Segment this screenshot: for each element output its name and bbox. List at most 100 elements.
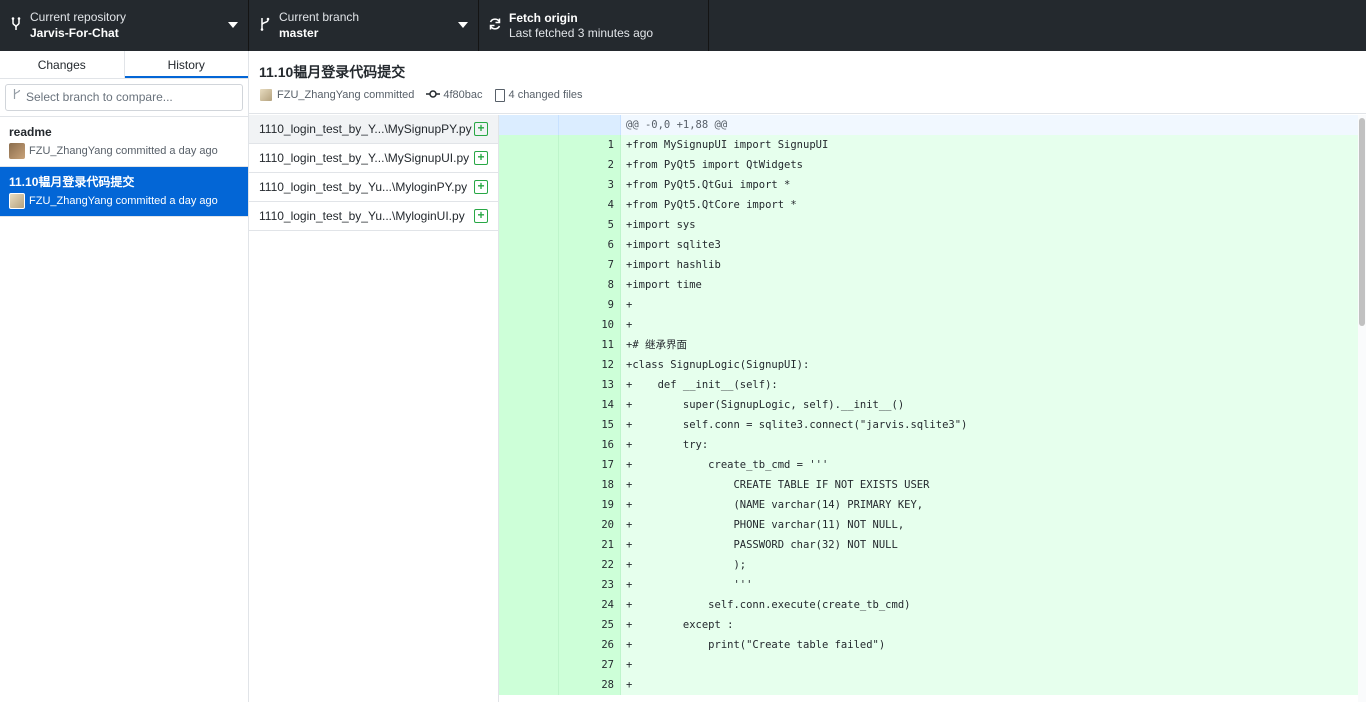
- new-line-gutter: [559, 115, 621, 135]
- current-repository-button[interactable]: Current repository Jarvis-For-Chat: [0, 0, 249, 51]
- diff-line-code: +from PyQt5 import QtWidgets: [621, 155, 1366, 175]
- diff-line[interactable]: 2 +from PyQt5 import QtWidgets: [499, 155, 1366, 175]
- new-line-number: 24: [559, 595, 621, 615]
- old-line-gutter: [499, 275, 559, 295]
- hunk-text: @@ -0,0 +1,88 @@: [621, 115, 1366, 135]
- new-line-number: 5: [559, 215, 621, 235]
- diff-line[interactable]: 4 +from PyQt5.QtCore import *: [499, 195, 1366, 215]
- diff-line-code: + CREATE TABLE IF NOT EXISTS USER: [621, 475, 1366, 495]
- new-line-number: 1: [559, 135, 621, 155]
- diff-line-code: +class SignupLogic(SignupUI):: [621, 355, 1366, 375]
- avatar: [9, 193, 25, 209]
- file-name: 1110_login_test_by_Y...\MySignupUI.py: [259, 151, 470, 165]
- new-line-number: 2: [559, 155, 621, 175]
- new-line-number: 4: [559, 195, 621, 215]
- diff-line[interactable]: 8 +import time: [499, 275, 1366, 295]
- diff-line-code: + try:: [621, 435, 1366, 455]
- old-line-gutter: [499, 315, 559, 335]
- file-added-icon: +: [474, 209, 488, 223]
- diff-line[interactable]: 15 + self.conn = sqlite3.connect("jarvis.…: [499, 415, 1366, 435]
- diff-line[interactable]: 19 + (NAME varchar(14) PRIMARY KEY,: [499, 495, 1366, 515]
- new-line-number: 11: [559, 335, 621, 355]
- commit-summary-title: 11.10韫月登录代码提交: [259, 64, 406, 80]
- new-line-number: 12: [559, 355, 621, 375]
- avatar: [9, 143, 25, 159]
- diff-line-code: +from PyQt5.QtCore import *: [621, 195, 1366, 215]
- diff-line[interactable]: 17 + create_tb_cmd = ''': [499, 455, 1366, 475]
- old-line-gutter: [499, 575, 559, 595]
- diff-line[interactable]: 16 + try:: [499, 435, 1366, 455]
- commit-author: FZU_ZhangYang committed: [277, 89, 415, 101]
- file-added-icon: +: [474, 180, 488, 194]
- new-line-number: 23: [559, 575, 621, 595]
- file-name: 1110_login_test_by_Y...\MySignupPY.py: [259, 122, 472, 136]
- old-line-gutter: [499, 155, 559, 175]
- diff-line[interactable]: 14 + super(SignupLogic, self).__init__(): [499, 395, 1366, 415]
- tab-history[interactable]: History: [124, 51, 248, 78]
- diff-line[interactable]: 10 +: [499, 315, 1366, 335]
- diff-line[interactable]: 1 +from MySignupUI import SignupUI: [499, 135, 1366, 155]
- diff-line[interactable]: 25 + except :: [499, 615, 1366, 635]
- diff-line[interactable]: 28 +: [499, 675, 1366, 695]
- diff-line[interactable]: 9 +: [499, 295, 1366, 315]
- new-line-number: 15: [559, 415, 621, 435]
- new-line-number: 28: [559, 675, 621, 695]
- diff-line[interactable]: 24 + self.conn.execute(create_tb_cmd): [499, 595, 1366, 615]
- old-line-gutter: [499, 395, 559, 415]
- new-line-number: 22: [559, 555, 621, 575]
- old-line-gutter: [499, 415, 559, 435]
- file-added-icon: +: [474, 122, 488, 136]
- branch-icon: [251, 17, 279, 34]
- diff-line[interactable]: 5 +import sys: [499, 215, 1366, 235]
- diff-line[interactable]: 22 + );: [499, 555, 1366, 575]
- diff-line-code: +: [621, 315, 1366, 335]
- diff-line-code: + def __init__(self):: [621, 375, 1366, 395]
- old-line-gutter: [499, 555, 559, 575]
- repo-icon: [2, 17, 30, 34]
- diff-hunk-header: @@ -0,0 +1,88 @@: [499, 115, 1366, 135]
- current-branch-button[interactable]: Current branch master: [249, 0, 479, 51]
- commit-sha[interactable]: 4f80bac: [443, 89, 482, 101]
- old-line-gutter: [499, 175, 559, 195]
- compare-branch-input[interactable]: Select branch to compare...: [5, 84, 243, 111]
- diff-line[interactable]: 13 + def __init__(self):: [499, 375, 1366, 395]
- commit-list-item[interactable]: readme FZU_ZhangYang committed a day ago: [0, 117, 248, 167]
- commit-icon: [426, 89, 441, 102]
- changed-files-count: 4 changed files: [508, 89, 583, 101]
- diff-line[interactable]: 3 +from PyQt5.QtGui import *: [499, 175, 1366, 195]
- diff-line[interactable]: 12 +class SignupLogic(SignupUI):: [499, 355, 1366, 375]
- file-list-item[interactable]: 1110_login_test_by_Yu...\MyloginUI.py +: [249, 202, 498, 231]
- file-diff-icon: [494, 88, 505, 102]
- fetch-origin-button[interactable]: Fetch origin Last fetched 3 minutes ago: [479, 0, 709, 51]
- diff-line[interactable]: 6 +import sqlite3: [499, 235, 1366, 255]
- file-list-item[interactable]: 1110_login_test_by_Y...\MySignupUI.py +: [249, 144, 498, 173]
- diff-line[interactable]: 18 + CREATE TABLE IF NOT EXISTS USER: [499, 475, 1366, 495]
- old-line-gutter: [499, 375, 559, 395]
- commit-list-item-selected[interactable]: 11.10韫月登录代码提交 FZU_ZhangYang committed a …: [0, 167, 248, 217]
- diff-view[interactable]: @@ -0,0 +1,88 @@ 1 +from MySignupUI impor…: [499, 115, 1366, 702]
- repo-label: Current repository: [30, 10, 127, 24]
- diff-line[interactable]: 11 +# 继承界面: [499, 335, 1366, 355]
- old-line-gutter: [499, 675, 559, 695]
- diff-line[interactable]: 23 + ''': [499, 575, 1366, 595]
- new-line-number: 8: [559, 275, 621, 295]
- diff-line[interactable]: 7 +import hashlib: [499, 255, 1366, 275]
- commit-meta: FZU_ZhangYang committed a day ago: [29, 195, 218, 207]
- diff-line-code: + create_tb_cmd = ''': [621, 455, 1366, 475]
- diff-line[interactable]: 20 + PHONE varchar(11) NOT NULL,: [499, 515, 1366, 535]
- diff-line-code: +: [621, 295, 1366, 315]
- diff-line-code: +: [621, 655, 1366, 675]
- old-line-gutter: [499, 215, 559, 235]
- new-line-number: 3: [559, 175, 621, 195]
- diff-line-code: +from MySignupUI import SignupUI: [621, 135, 1366, 155]
- old-line-gutter: [499, 435, 559, 455]
- tab-changes[interactable]: Changes: [0, 51, 125, 78]
- diff-line[interactable]: 27 +: [499, 655, 1366, 675]
- diff-line[interactable]: 21 + PASSWORD char(32) NOT NULL: [499, 535, 1366, 555]
- new-line-number: 27: [559, 655, 621, 675]
- diff-scrollbar-thumb[interactable]: [1359, 118, 1365, 326]
- commit-title: readme: [9, 125, 52, 139]
- file-list-item[interactable]: 1110_login_test_by_Yu...\MyloginPY.py +: [249, 173, 498, 202]
- file-list-item[interactable]: 1110_login_test_by_Y...\MySignupPY.py +: [249, 115, 498, 144]
- diff-line[interactable]: 26 + print("Create table failed"): [499, 635, 1366, 655]
